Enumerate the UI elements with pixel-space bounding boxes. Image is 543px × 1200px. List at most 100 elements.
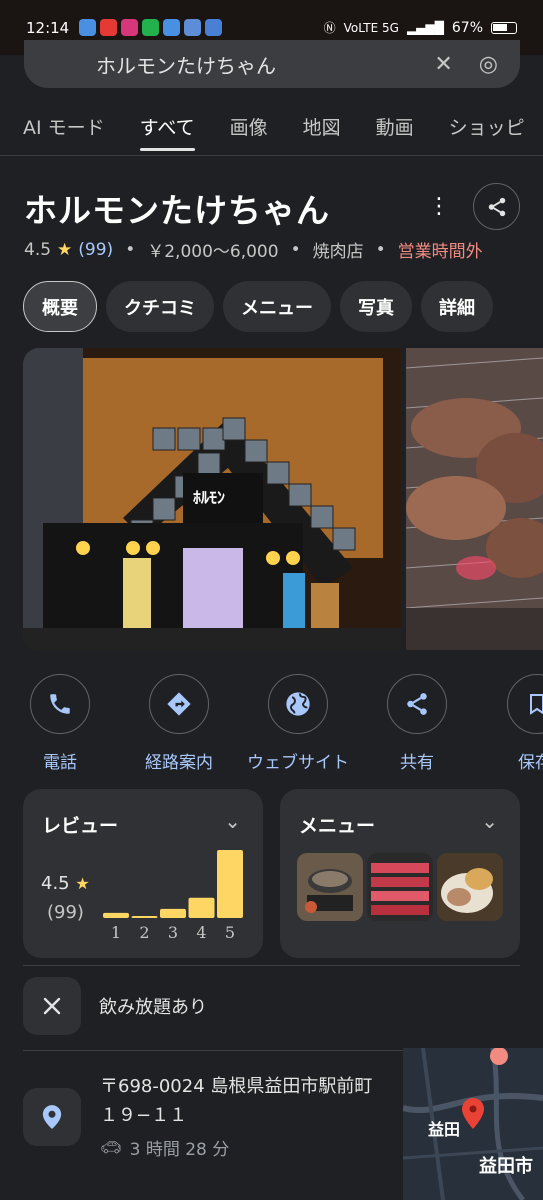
tab-all[interactable]: すべて [139, 105, 195, 151]
directions-button[interactable] [149, 674, 209, 734]
rating-distribution-chart: 12345 [103, 850, 243, 942]
map-label-city: 益田市 [479, 1156, 533, 1177]
menu-card-title: メニュー [299, 815, 376, 837]
search-bar[interactable]: ホルモンたけちゃん ✕ ◎ [24, 40, 520, 88]
drive-time: 🚗︎ 3 時間 28 分 [100, 1135, 229, 1161]
rating-bar-4 [188, 897, 215, 918]
chip-overview[interactable]: 概要 [23, 281, 97, 332]
tab-shopping[interactable]: ショッピ [449, 105, 525, 151]
directions-icon [167, 692, 191, 716]
share-action-button[interactable] [387, 674, 447, 734]
map-thumbnail[interactable]: 益田 益田市 [403, 1048, 543, 1200]
instagram-icon [121, 19, 139, 36]
menu-photo[interactable] [297, 853, 363, 921]
rating-tick-5: 5 [225, 923, 235, 942]
website-action[interactable]: ウェブサイト [238, 674, 358, 773]
place-title: ホルモンたけちゃん [24, 191, 330, 230]
grilled-meat-photo[interactable] [406, 348, 543, 650]
menu-photo[interactable] [437, 853, 503, 921]
chip-photos[interactable]: 写真 [340, 281, 412, 332]
separator-dot: • [125, 239, 136, 260]
rating-bar-1 [103, 912, 129, 918]
website-button[interactable] [268, 674, 328, 734]
basketball-icon [205, 19, 223, 36]
bookmark-icon [530, 694, 543, 715]
directions-label: 経路案内 [145, 753, 213, 773]
tab-maps[interactable]: 地図 [303, 105, 341, 151]
storefront-illustration: ﾎﾙﾓﾝ [23, 348, 401, 650]
review-score-value: 4.5 [41, 873, 70, 894]
share-icon [407, 693, 427, 715]
battery-icon [491, 21, 517, 34]
review-count-link[interactable]: (99) [78, 240, 113, 260]
divider [23, 965, 520, 966]
storefront-photo[interactable]: ﾎﾙﾓﾝ [23, 348, 401, 650]
place-meta: 4.5 ★ (99) • ￥2,000～6,000 • 焼肉店 • 営業時間外 [24, 237, 483, 263]
nfc-icon: Ⓝ [323, 21, 336, 35]
utensils-icon [43, 997, 61, 1015]
amenity-row: 飲み放題あり [23, 977, 520, 1035]
address-icon-box [23, 1088, 81, 1146]
address-text[interactable]: 〒698-0024 島根県益田市駅前町１９−１１ [100, 1072, 390, 1130]
amenity-icon-box [23, 977, 81, 1035]
tab-videos[interactable]: 動画 [376, 105, 414, 151]
status-time: 12:14 [26, 18, 70, 37]
rating-tick-2: 2 [139, 923, 149, 942]
notification-icons [79, 19, 223, 36]
share-label: 共有 [400, 753, 434, 773]
save-button[interactable] [507, 674, 543, 734]
status-right: Ⓝ VoLTE 5G ▂▄▆█ 67% [324, 19, 517, 36]
battery-percent: 67% [451, 19, 483, 36]
menu-photo[interactable] [367, 853, 433, 921]
share-action[interactable]: 共有 [357, 674, 477, 773]
search-tabs: AI モード すべて 画像 地図 動画 ショッピ [0, 100, 543, 156]
network-indicator: VoLTE 5G [343, 20, 399, 35]
tab-images[interactable]: 画像 [230, 105, 268, 151]
signal-icon: ▂▄▆█ [406, 20, 444, 35]
call-action[interactable]: 電話 [0, 674, 120, 773]
search-query[interactable]: ホルモンたけちゃん [96, 50, 434, 79]
separator-dot: • [290, 239, 301, 260]
menu-photo-meat [367, 853, 433, 921]
chip-menu[interactable]: メニュー [223, 281, 331, 332]
review-score: 4.5 ★ [41, 873, 90, 894]
save-action[interactable]: 保存 [477, 674, 543, 773]
globe-icon [286, 692, 310, 716]
call-button[interactable] [30, 674, 90, 734]
save-label: 保存 [518, 753, 543, 773]
menu-card[interactable]: メニュー ⌄ [280, 789, 520, 958]
lens-icon[interactable]: ◎ [479, 52, 498, 77]
rating-tick-1: 1 [111, 923, 121, 942]
action-row: 電話 経路案内 ウェブサイト 共有 保存 [0, 674, 543, 774]
clear-icon[interactable]: ✕ [434, 52, 452, 77]
directions-action[interactable]: 経路案内 [119, 674, 239, 773]
website-label: ウェブサイト [247, 753, 349, 773]
separator-dot: • [375, 239, 386, 260]
app-icon [163, 19, 181, 36]
chip-details[interactable]: 詳細 [421, 281, 493, 332]
grill-illustration [406, 348, 543, 650]
review-card[interactable]: レビュー ⌄ 4.5 ★ (99) 12345 [23, 789, 263, 958]
svg-text:ﾎﾙﾓﾝ: ﾎﾙﾓﾝ [193, 488, 225, 507]
open-status: 営業時間外 [397, 242, 483, 262]
location-pin-icon [42, 1105, 62, 1129]
line-icon [142, 19, 160, 36]
more-options-button[interactable]: ⋮ [428, 192, 450, 222]
menu-photo-dish [437, 853, 503, 921]
rating-bar-3 [160, 908, 186, 918]
tab-ai-mode[interactable]: AI モード [23, 105, 105, 151]
phone-icon [50, 694, 70, 714]
map-label-station: 益田 [428, 1120, 461, 1139]
star-icon: ★ [57, 239, 73, 260]
youtube-icon [100, 19, 118, 36]
rating-value: 4.5 [24, 239, 52, 260]
messages-icon [79, 19, 97, 36]
review-count: (99) [47, 902, 84, 923]
rating-tick-3: 3 [168, 923, 178, 942]
chevron-down-icon[interactable]: ⌄ [481, 809, 498, 833]
share-button[interactable] [473, 183, 520, 230]
menu-photo-grill [297, 853, 363, 921]
chip-reviews[interactable]: クチコミ [106, 281, 214, 332]
rating-tick-4: 4 [196, 923, 206, 942]
chevron-down-icon[interactable]: ⌄ [224, 809, 241, 833]
